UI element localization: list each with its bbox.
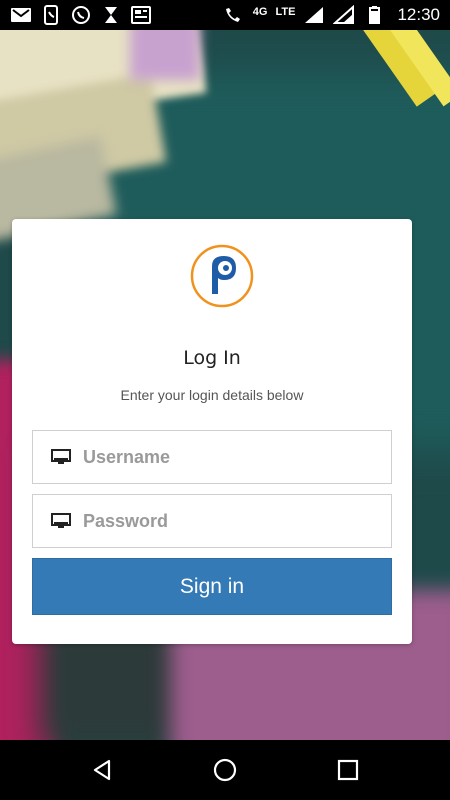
username-input[interactable] (83, 446, 373, 468)
wifi-calling-icon (223, 5, 245, 25)
home-icon (213, 758, 237, 782)
login-card: Log In Enter your login details below Si… (12, 219, 412, 644)
recents-icon (338, 759, 359, 781)
monitor-icon (51, 448, 71, 466)
notification-icons (10, 5, 152, 25)
clock: 12:30 (397, 5, 440, 24)
monitor-icon (51, 512, 71, 530)
page-title: Log In (183, 347, 241, 369)
recents-button[interactable] (328, 750, 368, 790)
sign-in-button[interactable]: Sign in (32, 558, 392, 615)
hourglass-icon (100, 5, 122, 25)
news-icon (130, 5, 152, 25)
system-status: 4G LTE 12:30 (223, 5, 440, 25)
back-icon (93, 759, 110, 781)
phone-app-icon (40, 5, 62, 25)
password-input[interactable] (83, 510, 373, 532)
p-logo-icon (190, 244, 254, 308)
navigation-bar (0, 740, 450, 800)
password-field[interactable] (32, 494, 392, 548)
status-bar: 4G LTE 12:30 (0, 0, 450, 30)
page-subtitle: Enter your login details below (120, 387, 304, 403)
gmail-icon (10, 5, 32, 25)
signal-icon (333, 5, 355, 25)
battery-icon (363, 5, 385, 25)
whatsapp-icon (70, 5, 92, 25)
network-label: LTE (275, 6, 296, 18)
home-button[interactable] (205, 750, 245, 790)
network-sub-label: 4G (252, 6, 268, 18)
username-field[interactable] (32, 430, 392, 484)
signal-icon (303, 5, 325, 25)
back-button[interactable] (82, 750, 122, 790)
